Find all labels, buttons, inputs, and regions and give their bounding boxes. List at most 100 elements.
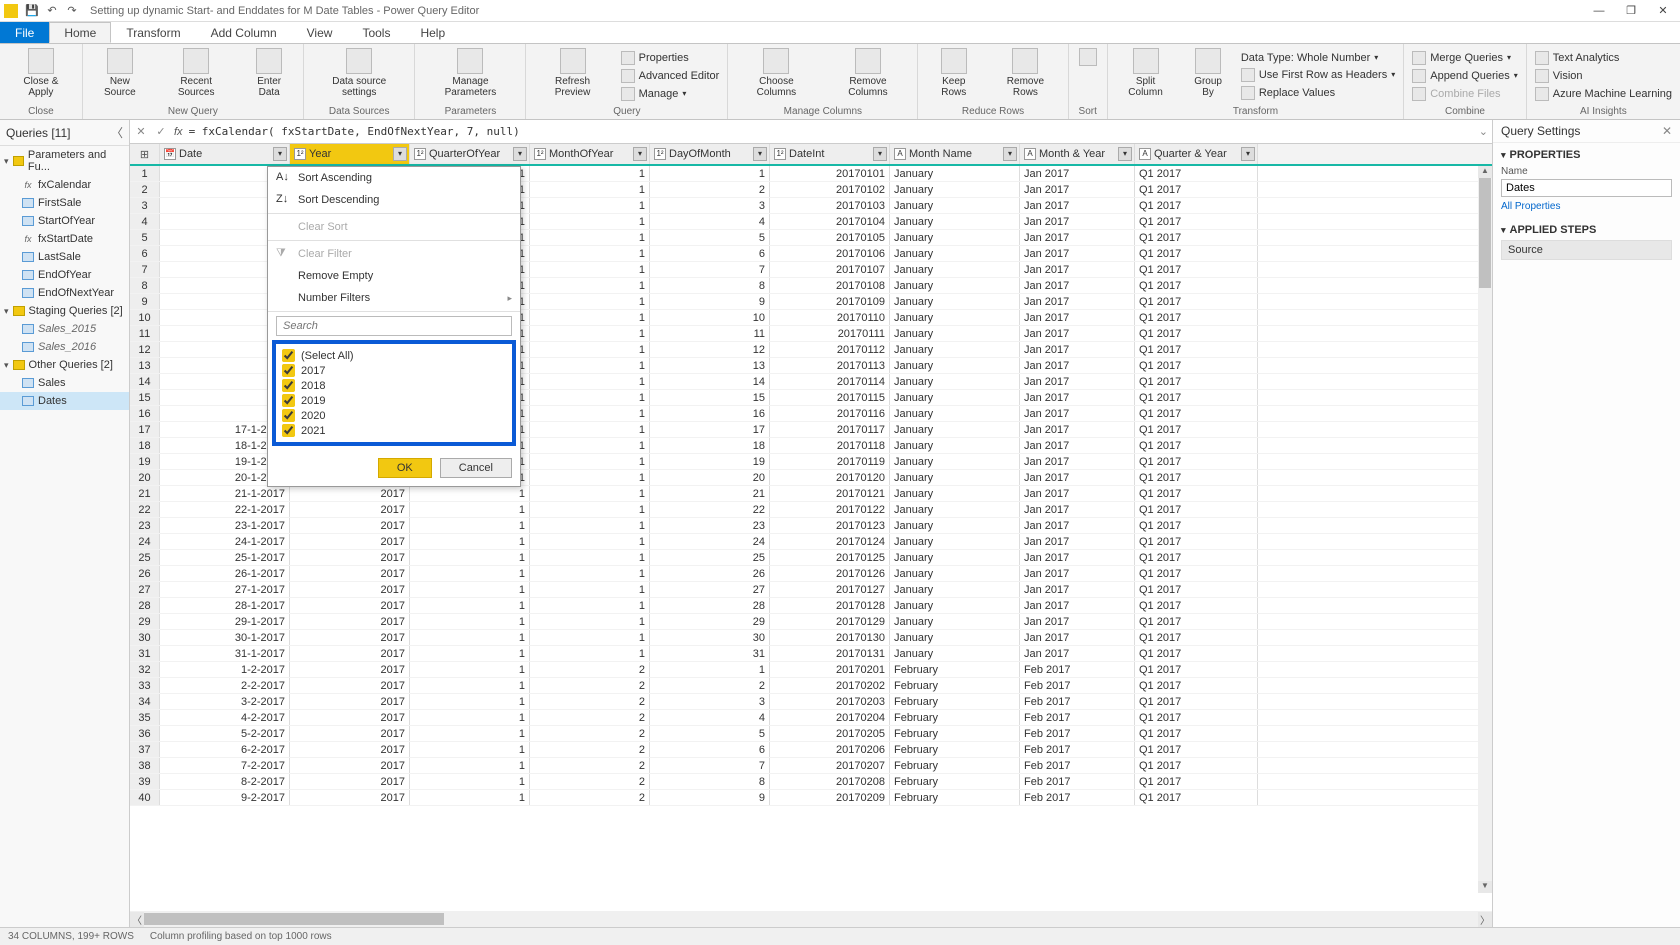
cell[interactable]: February — [890, 694, 1020, 709]
cell[interactable]: Q1 2017 — [1135, 502, 1258, 517]
cell[interactable]: January — [890, 566, 1020, 581]
cell[interactable]: Feb 2017 — [1020, 678, 1135, 693]
cell[interactable]: 20170126 — [770, 566, 890, 581]
cell[interactable]: Q1 2017 — [1135, 214, 1258, 229]
row-number[interactable]: 35 — [130, 710, 160, 725]
cell[interactable]: 20170119 — [770, 454, 890, 469]
formula-input[interactable] — [189, 125, 1473, 138]
cell[interactable]: 2017 — [290, 614, 410, 629]
table-row[interactable]: 376-2-2017201712620170206FebruaryFeb 201… — [130, 742, 1492, 758]
cell[interactable]: 20170124 — [770, 534, 890, 549]
cell[interactable]: Q1 2017 — [1135, 726, 1258, 741]
collapse-queries-icon[interactable]: 〈 — [111, 124, 123, 141]
cell[interactable]: Q1 2017 — [1135, 646, 1258, 661]
row-number[interactable]: 17 — [130, 422, 160, 437]
table-row[interactable]: 2626-1-20172017112620170126JanuaryJan 20… — [130, 566, 1492, 582]
cell[interactable]: 1 — [410, 774, 530, 789]
query-item[interactable]: fxfxStartDate — [0, 230, 129, 248]
cell[interactable]: 2017 — [290, 582, 410, 597]
cell[interactable]: January — [890, 278, 1020, 293]
cell[interactable]: 20170204 — [770, 710, 890, 725]
row-number[interactable]: 32 — [130, 662, 160, 677]
cell[interactable]: 20170123 — [770, 518, 890, 533]
cell[interactable]: 2017 — [290, 534, 410, 549]
cell[interactable]: Jan 2017 — [1020, 630, 1135, 645]
tab-tools[interactable]: Tools — [347, 22, 405, 43]
row-number[interactable]: 40 — [130, 790, 160, 805]
row-number[interactable]: 31 — [130, 646, 160, 661]
cell[interactable]: January — [890, 486, 1020, 501]
data-type-button[interactable]: Data Type: Whole Number▾ — [1239, 51, 1397, 65]
vertical-scrollbar[interactable]: ▲ ▼ — [1478, 166, 1492, 893]
table-row[interactable]: 409-2-2017201712920170209FebruaryFeb 201… — [130, 790, 1492, 806]
row-header-corner[interactable]: ⊞ — [130, 144, 160, 164]
redo-icon[interactable]: ↷ — [64, 3, 80, 19]
cell[interactable]: 6-2-2017 — [160, 742, 290, 757]
cell[interactable]: 2 — [530, 774, 650, 789]
filter-check-item[interactable]: 2017 — [280, 363, 508, 378]
cell[interactable]: February — [890, 710, 1020, 725]
datatype-icon[interactable]: 1² — [774, 148, 786, 160]
cell[interactable]: Jan 2017 — [1020, 230, 1135, 245]
cell[interactable]: 1 — [530, 534, 650, 549]
table-row[interactable]: 321-2-2017201712120170201FebruaryFeb 201… — [130, 662, 1492, 678]
cell[interactable]: Jan 2017 — [1020, 326, 1135, 341]
cell[interactable]: 8-2-2017 — [160, 774, 290, 789]
cell[interactable]: 1 — [530, 438, 650, 453]
cell[interactable]: 20170120 — [770, 470, 890, 485]
number-filters-item[interactable]: Number Filters▸ — [268, 287, 520, 309]
cell[interactable]: January — [890, 230, 1020, 245]
cell[interactable]: 7 — [650, 758, 770, 773]
cell[interactable]: 3-2-2017 — [160, 694, 290, 709]
cell[interactable]: Jan 2017 — [1020, 582, 1135, 597]
cell[interactable]: 1 — [530, 230, 650, 245]
cell[interactable]: 1 — [530, 630, 650, 645]
cell[interactable]: 20170104 — [770, 214, 890, 229]
query-item[interactable]: Sales_2015 — [0, 320, 129, 338]
column-header[interactable]: AQuarter & Year▾ — [1135, 144, 1258, 164]
cell[interactable]: February — [890, 742, 1020, 757]
cell[interactable]: 2 — [530, 662, 650, 677]
cell[interactable]: Q1 2017 — [1135, 534, 1258, 549]
row-number[interactable]: 27 — [130, 582, 160, 597]
cell[interactable]: Q1 2017 — [1135, 454, 1258, 469]
column-filter-dropdown-icon[interactable]: ▾ — [633, 147, 647, 161]
cell[interactable]: 1 — [530, 278, 650, 293]
column-filter-dropdown-icon[interactable]: ▾ — [273, 147, 287, 161]
column-header[interactable]: 1²DayOfMonth▾ — [650, 144, 770, 164]
datatype-icon[interactable]: 1² — [534, 148, 546, 160]
cell[interactable]: February — [890, 758, 1020, 773]
cell[interactable]: 1 — [530, 390, 650, 405]
cell[interactable]: 1 — [410, 486, 530, 501]
cell[interactable]: Q1 2017 — [1135, 262, 1258, 277]
cell[interactable]: Jan 2017 — [1020, 502, 1135, 517]
remove-columns-button[interactable]: Remove Columns — [825, 46, 912, 105]
cell[interactable]: 7-2-2017 — [160, 758, 290, 773]
close-apply-button[interactable]: Close & Apply — [6, 46, 76, 105]
row-number[interactable]: 3 — [130, 198, 160, 213]
cell[interactable]: Q1 2017 — [1135, 230, 1258, 245]
cell[interactable]: 1 — [530, 326, 650, 341]
scroll-right-arrow-icon[interactable]: 〉 — [1478, 912, 1492, 927]
cell[interactable]: 1 — [530, 198, 650, 213]
cell[interactable]: Feb 2017 — [1020, 662, 1135, 677]
cell[interactable]: 20170103 — [770, 198, 890, 213]
datatype-icon[interactable]: 1² — [414, 148, 426, 160]
row-number[interactable]: 8 — [130, 278, 160, 293]
cell[interactable]: January — [890, 454, 1020, 469]
cell[interactable]: 31-1-2017 — [160, 646, 290, 661]
cell[interactable]: 7 — [650, 262, 770, 277]
cell[interactable]: Q1 2017 — [1135, 310, 1258, 325]
cell[interactable]: Feb 2017 — [1020, 726, 1135, 741]
expand-formula-icon[interactable]: ⌄ — [1479, 125, 1488, 138]
cell[interactable]: January — [890, 294, 1020, 309]
filter-check-item[interactable]: 2021 — [280, 423, 508, 438]
cell[interactable]: Q1 2017 — [1135, 550, 1258, 565]
tab-view[interactable]: View — [292, 22, 348, 43]
cell[interactable]: Q1 2017 — [1135, 790, 1258, 805]
cell[interactable]: Q1 2017 — [1135, 486, 1258, 501]
cell[interactable]: Feb 2017 — [1020, 758, 1135, 773]
column-filter-dropdown-icon[interactable]: ▾ — [873, 147, 887, 161]
cell[interactable]: January — [890, 182, 1020, 197]
cell[interactable]: 1 — [410, 758, 530, 773]
